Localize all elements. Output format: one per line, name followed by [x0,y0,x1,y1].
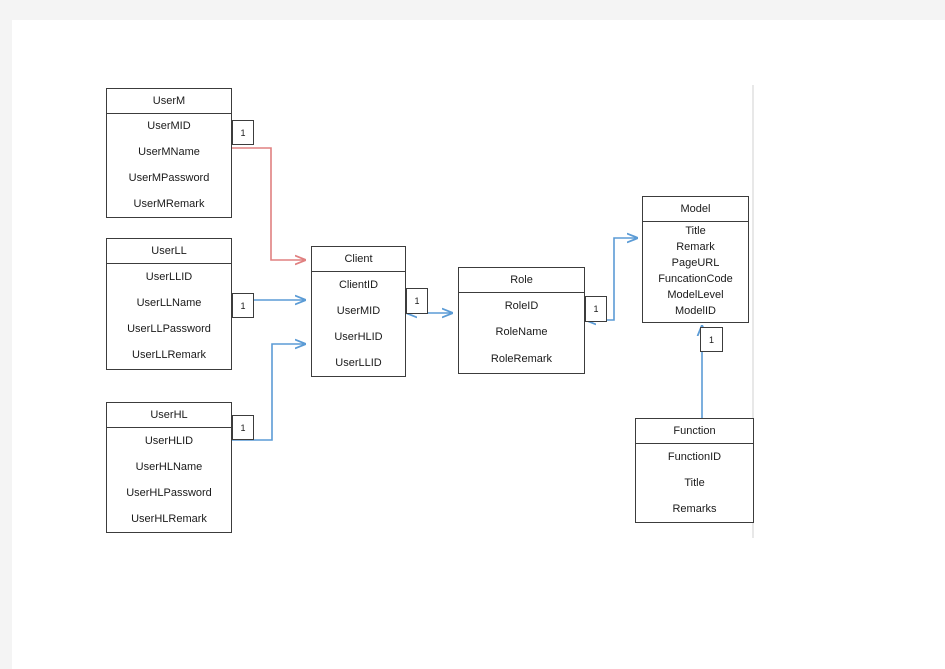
entity-title-role: Role [459,268,584,293]
entity-title-model: Model [643,197,748,222]
entity-function[interactable]: Function FunctionID Title Remarks [635,418,754,523]
entity-field: UserLLPassword [127,323,211,336]
er-diagram: UserM UserMID UserMName UserMPassword UserMR… [0,0,945,669]
mult-userm-client: 1 [232,120,254,145]
entity-field: UserMName [138,146,200,159]
entity-fields-role: RoleID RoleName RoleRemark [459,293,584,373]
entity-field: UserLLRemark [132,349,206,362]
entity-field: FunctionID [667,450,722,463]
entity-field: Title [684,476,705,489]
entity-field: UserLLID [335,356,382,369]
mult-userhl-client: 1 [232,415,254,440]
entity-userll[interactable]: UserLL UserLLID UserLLName UserLLPassword Us… [106,238,232,370]
entity-title-userm: UserM [107,89,231,114]
entity-field: FuncationCode [658,273,733,285]
entity-client[interactable]: Client ClientID UserMID UserHLID UserLLID [311,246,406,377]
mult-function-model: 1 [700,327,723,352]
entity-fields-model: Title Remark PageURL FuncationCode ModelLeve… [643,222,748,322]
entity-field: Title [685,225,706,237]
mult-userll-client: 1 [232,293,254,318]
entity-userhl[interactable]: UserHL UserHLID UserHLName UserHLPassword Us… [106,402,232,533]
entity-role[interactable]: Role RoleID RoleName RoleRemark [458,267,585,374]
entity-field: UserMID [336,304,381,317]
entity-field: UserHLName [135,460,203,473]
entity-field: UserHLID [144,434,194,447]
mult-role-model: 1 [585,296,607,322]
entity-fields-userhl: UserHLID UserHLName UserHLPassword UserHLRe… [107,428,231,532]
entity-title-userll: UserLL [107,239,231,264]
entity-title-client: Client [312,247,405,272]
entity-field: RoleID [504,299,539,312]
entity-field: UserLLID [145,270,193,283]
entity-field: UserHLRemark [131,512,207,525]
entity-field: UserHLID [334,330,383,343]
entity-field: UserMRemark [133,197,205,210]
entity-field: ClientID [338,278,379,291]
entity-field: UserHLPassword [126,486,212,499]
entity-title-userhl: UserHL [107,403,231,428]
entity-fields-userll: UserLLID UserLLName UserLLPassword UserLLRe… [107,264,231,369]
entity-field: PageURL [671,257,720,269]
entity-field: ModelID [675,305,716,317]
entity-field: UserLLName [136,296,202,309]
mult-client-role: 1 [406,288,428,314]
entity-field: RoleRemark [490,353,553,366]
entity-userm[interactable]: UserM UserMID UserMName UserMPassword UserMR… [106,88,232,218]
entity-fields-userm: UserMID UserMName UserMPassword UserMRemark [107,114,231,217]
connector-userm-to-client [232,147,305,260]
entity-fields-client: ClientID UserMID UserHLID UserLLID [312,272,405,376]
entity-title-function: Function [636,419,753,444]
entity-field: Remark [676,241,715,253]
entity-field: UserMPassword [128,171,210,184]
entity-field: Remarks [672,502,717,515]
entity-field: RoleName [495,326,548,339]
entity-field: UserMID [147,120,191,133]
entity-model[interactable]: Model Title Remark PageURL FuncationCode Mode… [642,196,749,323]
entity-field: ModelLevel [667,289,724,301]
entity-fields-function: FunctionID Title Remarks [636,444,753,522]
